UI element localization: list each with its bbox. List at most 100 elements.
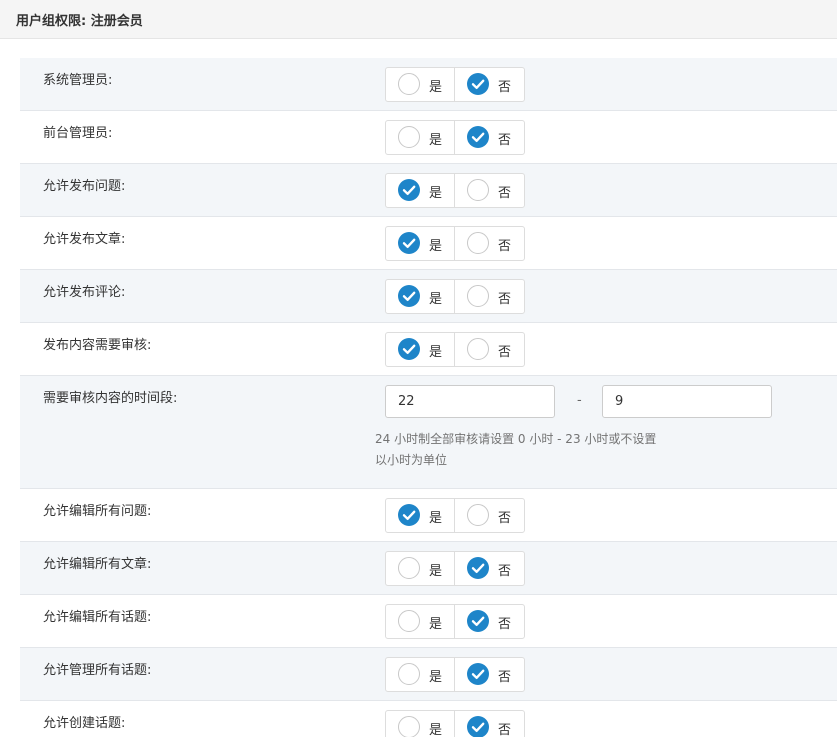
- radio-checked-icon[interactable]: [467, 557, 489, 579]
- radio-unchecked-icon[interactable]: [467, 285, 489, 307]
- permission-row: 允许管理所有话题: 是否: [20, 648, 837, 701]
- radio-label-yes: 是: [429, 186, 443, 201]
- permission-row: 允许发布评论: 是否: [20, 270, 837, 323]
- permission-label: 允许创建话题:: [43, 716, 126, 731]
- radio-checked-icon[interactable]: [398, 285, 420, 307]
- radio-label-yes: 是: [429, 511, 443, 526]
- radio-checked-icon[interactable]: [398, 504, 420, 526]
- radio-checked-icon[interactable]: [398, 232, 420, 254]
- radio-unchecked-icon[interactable]: [398, 73, 420, 95]
- radio-label-no: 否: [498, 292, 512, 307]
- yes-no-radio-group: 是否: [385, 332, 525, 367]
- review-time-row: 需要审核内容的时间段: - 24 小时制全部审核请设置 0 小时 - 23 小时或不…: [20, 376, 837, 489]
- permission-label: 允许编辑所有话题:: [43, 610, 152, 625]
- permission-label: 允许发布文章:: [43, 232, 126, 247]
- review-time-label: 需要审核内容的时间段:: [43, 391, 178, 406]
- radio-checked-icon[interactable]: [398, 179, 420, 201]
- radio-label-yes: 是: [429, 617, 443, 632]
- radio-option-no[interactable]: 否: [455, 68, 524, 101]
- permission-label: 允许发布评论:: [43, 285, 126, 300]
- radio-option-yes[interactable]: 是: [386, 552, 455, 585]
- permission-row: 允许编辑所有话题: 是否: [20, 595, 837, 648]
- radio-unchecked-icon[interactable]: [467, 179, 489, 201]
- radio-unchecked-icon[interactable]: [398, 126, 420, 148]
- permission-row: 前台管理员: 是否: [20, 111, 837, 164]
- permission-label: 允许发布问题:: [43, 179, 126, 194]
- settings-list: 系统管理员: 是否前台管理员: 是否允许发布问题: 是否允许发布文章: 是否允许发布评论…: [20, 58, 837, 737]
- permission-label: 系统管理员:: [43, 73, 113, 88]
- yes-no-radio-group: 是否: [385, 657, 525, 692]
- radio-label-yes: 是: [429, 80, 443, 95]
- radio-label-no: 否: [498, 239, 512, 254]
- radio-unchecked-icon[interactable]: [467, 338, 489, 360]
- radio-checked-icon[interactable]: [467, 610, 489, 632]
- review-end-hour-input[interactable]: [602, 385, 772, 418]
- radio-label-yes: 是: [429, 564, 443, 579]
- radio-option-yes[interactable]: 是: [386, 227, 455, 260]
- radio-label-no: 否: [498, 80, 512, 95]
- radio-label-yes: 是: [429, 239, 443, 254]
- radio-label-no: 否: [498, 564, 512, 579]
- range-separator: -: [577, 393, 582, 408]
- radio-unchecked-icon[interactable]: [398, 716, 420, 737]
- radio-option-no[interactable]: 否: [455, 499, 524, 532]
- radio-label-no: 否: [498, 345, 512, 360]
- yes-no-radio-group: 是否: [385, 67, 525, 102]
- radio-option-yes[interactable]: 是: [386, 658, 455, 691]
- radio-option-yes[interactable]: 是: [386, 280, 455, 313]
- radio-label-yes: 是: [429, 723, 443, 737]
- radio-option-yes[interactable]: 是: [386, 121, 455, 154]
- radio-checked-icon[interactable]: [467, 126, 489, 148]
- radio-option-no[interactable]: 否: [455, 280, 524, 313]
- yes-no-radio-group: 是否: [385, 604, 525, 639]
- radio-option-no[interactable]: 否: [455, 711, 524, 737]
- permission-label: 发布内容需要审核:: [43, 338, 152, 353]
- radio-label-yes: 是: [429, 133, 443, 148]
- yes-no-radio-group: 是否: [385, 173, 525, 208]
- yes-no-radio-group: 是否: [385, 710, 525, 737]
- radio-checked-icon[interactable]: [467, 716, 489, 737]
- yes-no-radio-group: 是否: [385, 279, 525, 314]
- permission-label: 允许管理所有话题:: [43, 663, 152, 678]
- radio-label-yes: 是: [429, 670, 443, 685]
- permission-row: 允许编辑所有问题: 是否: [20, 489, 837, 542]
- radio-option-no[interactable]: 否: [455, 658, 524, 691]
- help-text-unit: 以小时为单位: [375, 453, 448, 467]
- radio-checked-icon[interactable]: [467, 663, 489, 685]
- radio-label-no: 否: [498, 723, 512, 737]
- radio-label-no: 否: [498, 186, 512, 201]
- radio-checked-icon[interactable]: [467, 73, 489, 95]
- radio-option-yes[interactable]: 是: [386, 68, 455, 101]
- radio-unchecked-icon[interactable]: [398, 610, 420, 632]
- review-start-hour-input[interactable]: [385, 385, 555, 418]
- radio-option-no[interactable]: 否: [455, 174, 524, 207]
- radio-unchecked-icon[interactable]: [398, 557, 420, 579]
- radio-option-yes[interactable]: 是: [386, 174, 455, 207]
- radio-unchecked-icon[interactable]: [398, 663, 420, 685]
- radio-option-yes[interactable]: 是: [386, 499, 455, 532]
- permission-label: 允许编辑所有文章:: [43, 557, 152, 572]
- yes-no-radio-group: 是否: [385, 120, 525, 155]
- radio-option-yes[interactable]: 是: [386, 605, 455, 638]
- radio-label-no: 否: [498, 133, 512, 148]
- radio-option-no[interactable]: 否: [455, 552, 524, 585]
- permission-label: 前台管理员:: [43, 126, 113, 141]
- radio-label-no: 否: [498, 617, 512, 632]
- radio-label-yes: 是: [429, 292, 443, 307]
- page-header: 用户组权限: 注册会员: [0, 0, 837, 39]
- radio-option-no[interactable]: 否: [455, 121, 524, 154]
- radio-option-no[interactable]: 否: [455, 605, 524, 638]
- radio-unchecked-icon[interactable]: [467, 504, 489, 526]
- radio-option-yes[interactable]: 是: [386, 333, 455, 366]
- radio-option-yes[interactable]: 是: [386, 711, 455, 737]
- radio-label-no: 否: [498, 670, 512, 685]
- radio-label-yes: 是: [429, 345, 443, 360]
- permission-label: 允许编辑所有问题:: [43, 504, 152, 519]
- radio-option-no[interactable]: 否: [455, 227, 524, 260]
- yes-no-radio-group: 是否: [385, 226, 525, 261]
- radio-unchecked-icon[interactable]: [467, 232, 489, 254]
- yes-no-radio-group: 是否: [385, 498, 525, 533]
- radio-checked-icon[interactable]: [398, 338, 420, 360]
- radio-option-no[interactable]: 否: [455, 333, 524, 366]
- permission-row: 发布内容需要审核: 是否: [20, 323, 837, 376]
